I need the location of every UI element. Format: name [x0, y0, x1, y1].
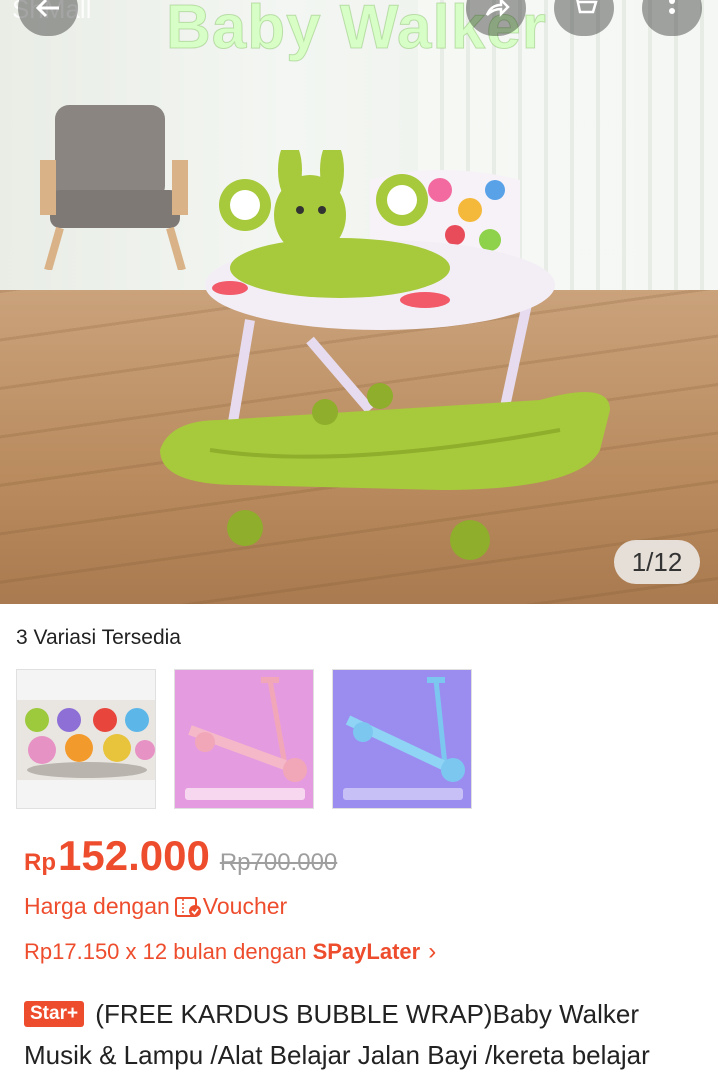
price-currency: Rp — [24, 849, 56, 876]
baby-walker-illustration — [160, 150, 610, 560]
product-image-carousel[interactable]: ShMall Baby Walker 1/12 — [0, 0, 718, 604]
installment-text: Rp17.150 x 12 bulan dengan — [24, 939, 307, 964]
spaylater-brand: SPayLater — [312, 939, 421, 964]
image-counter: 1/12 — [614, 540, 700, 584]
variation-thumb-2[interactable] — [174, 669, 314, 809]
voucher-prefix: Harga dengan — [24, 893, 170, 919]
product-title: Star+ (FREE KARDUS BUBBLE WRAP)Baby Walk… — [24, 994, 708, 1076]
voucher-label: Voucher — [202, 893, 288, 919]
back-arrow-icon — [35, 0, 59, 18]
variation-thumb-1[interactable] — [16, 669, 156, 809]
spaylater-installment-link[interactable]: Rp17.150 x 12 bulan dengan SPayLater › — [24, 938, 436, 966]
more-icon — [669, 0, 675, 14]
variant-pink-scooter-image — [175, 670, 313, 808]
share-icon — [485, 0, 510, 18]
chevron-right-icon: › — [428, 938, 437, 965]
variant-walkers-image — [17, 670, 155, 808]
original-price: Rp700.000 — [219, 849, 338, 876]
variant-blue-scooter-image — [333, 670, 471, 808]
variation-thumb-3[interactable] — [332, 669, 472, 809]
voucher-price-link[interactable]: Harga dengan Voucher — [24, 893, 287, 920]
cart-icon — [576, 0, 598, 14]
variation-count-label: 3 Variasi Tersedia — [16, 626, 181, 649]
price-value: 152.000 — [58, 832, 210, 879]
star-plus-badge: Star+ — [24, 1001, 85, 1027]
voucher-icon — [174, 896, 201, 917]
product-title-text: (FREE KARDUS BUBBLE WRAP)Baby Walker Mus… — [24, 999, 650, 1070]
price-block: Rp 152.000 Rp700.000 — [24, 832, 337, 880]
